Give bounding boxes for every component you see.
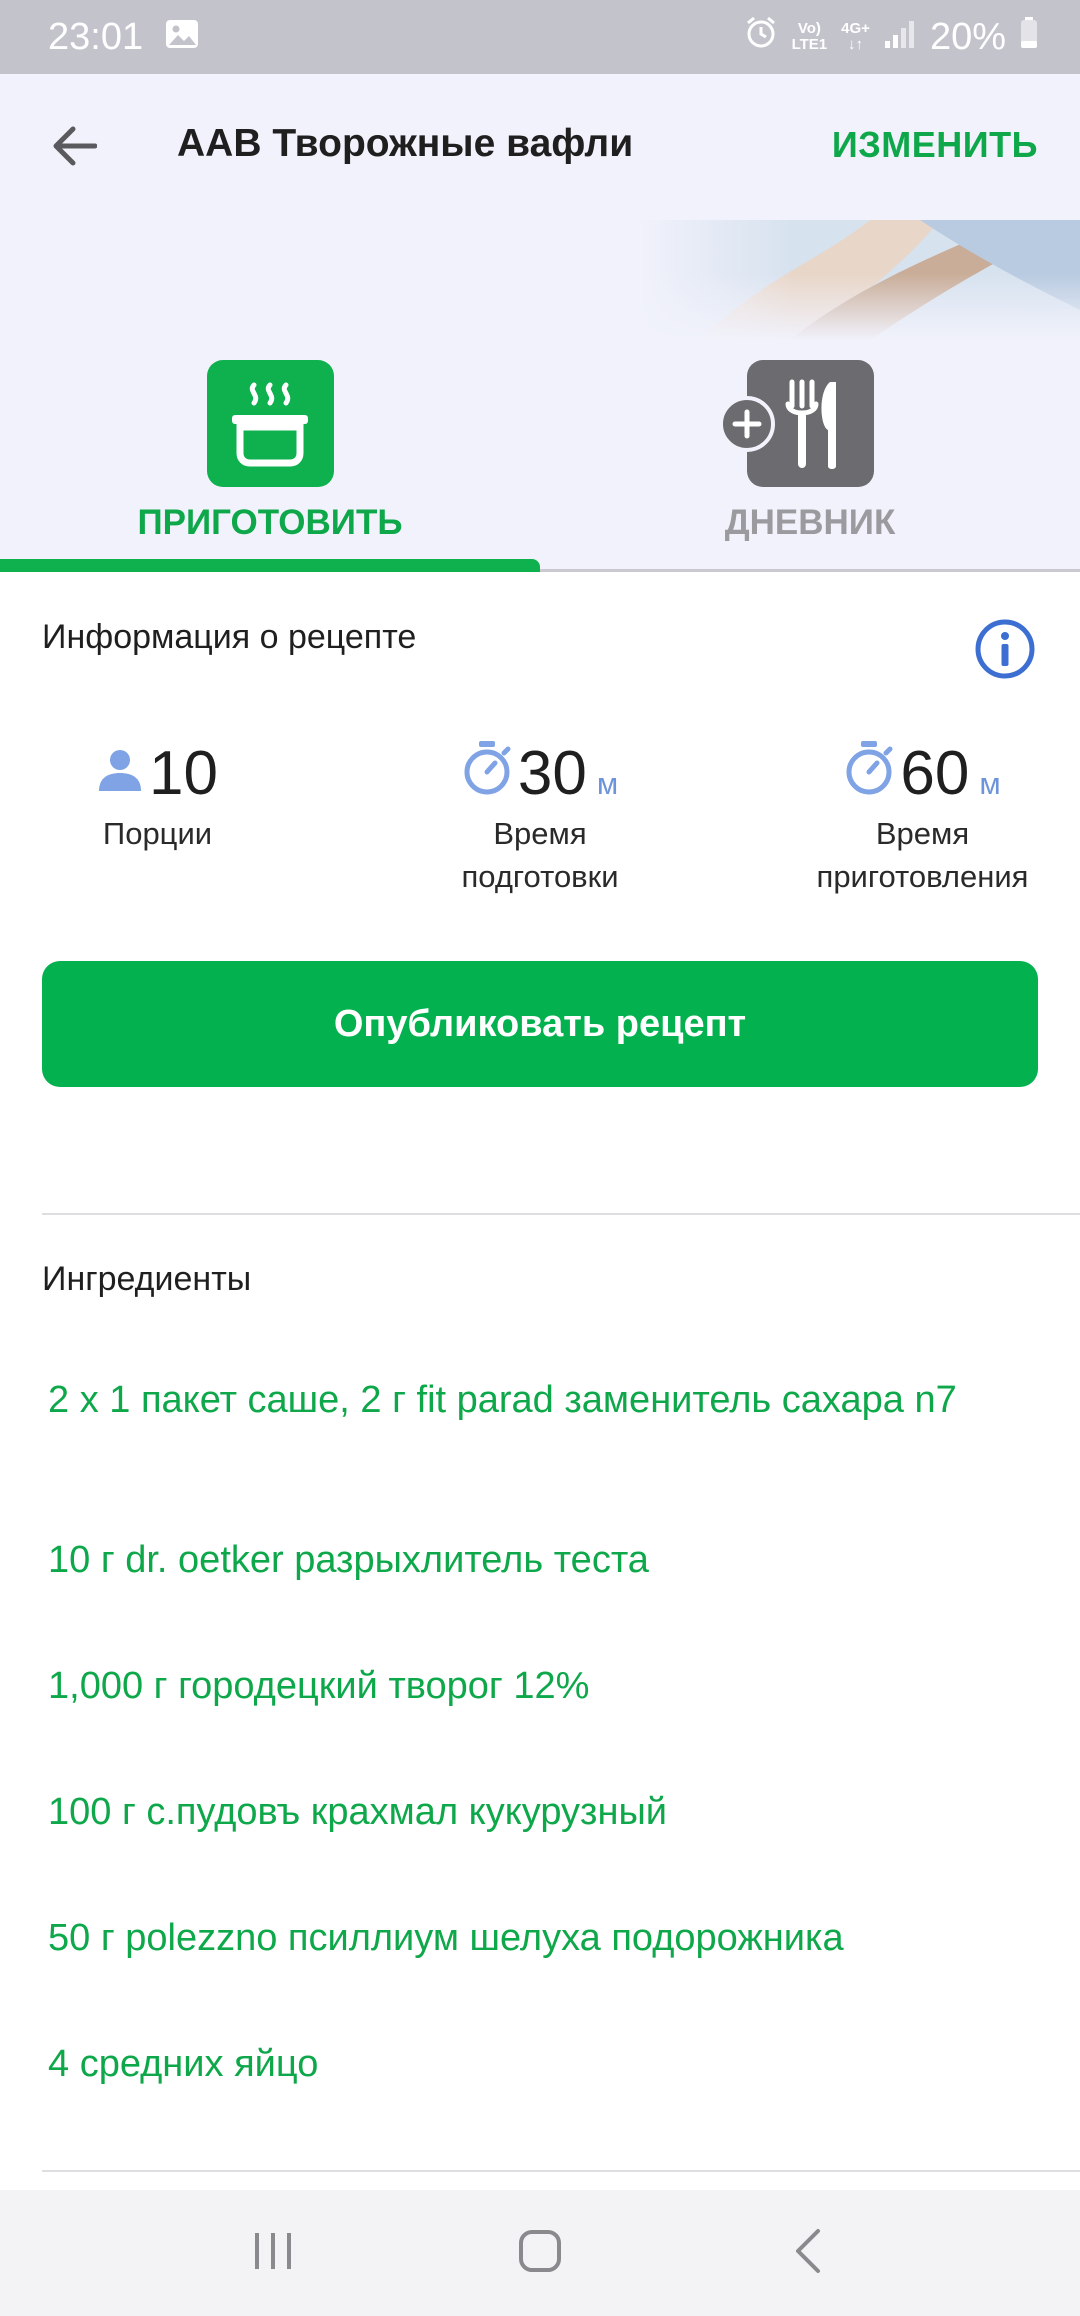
- person-icon: [97, 747, 143, 798]
- ingredient-item[interactable]: 50 г polezzno псиллиум шелуха подорожник…: [48, 1908, 1038, 2034]
- prep-time-label-line1: Время: [493, 816, 587, 851]
- status-left: 23:01: [48, 16, 199, 59]
- stopwatch-icon: [844, 741, 894, 800]
- data-arrows-icon: ↓↑: [848, 36, 864, 53]
- cook-time-label-line2: приготовления: [816, 859, 1029, 894]
- volte-indicator: Vo) LTE1: [792, 21, 828, 53]
- tab-active-indicator: [0, 559, 540, 572]
- status-bar: 23:01 Vo) LTE1 4G+ ↓↑ 20%: [0, 0, 1080, 74]
- recents-button[interactable]: [233, 2213, 313, 2293]
- ingredients-title: Ингредиенты: [42, 1260, 252, 1298]
- ingredient-item[interactable]: 2 x 1 пакет саше, 2 г fit parad замените…: [48, 1370, 1038, 1530]
- servings-value: 10: [149, 739, 218, 808]
- add-cutlery-icon: [718, 360, 874, 487]
- stopwatch-icon: [462, 741, 512, 800]
- tab-diary-label: ДНЕВНИК: [724, 503, 896, 542]
- ingredients-list: 2 x 1 пакет саше, 2 г fit parad замените…: [48, 1370, 1038, 2160]
- edit-button[interactable]: ИЗМЕНИТЬ: [832, 124, 1038, 166]
- tab-cook-label: ПРИГОТОВИТЬ: [137, 503, 403, 542]
- cook-time-row: 60 м: [844, 739, 1001, 808]
- ingredient-item[interactable]: 4 средних яйцо: [48, 2034, 1038, 2160]
- status-time: 23:01: [48, 15, 144, 58]
- prep-time-label-line2: подготовки: [461, 859, 619, 894]
- servings-stat: 10 Порции: [90, 740, 225, 855]
- alarm-icon: [744, 15, 778, 59]
- system-back-button[interactable]: [767, 2213, 847, 2293]
- prep-time-unit: м: [596, 766, 619, 801]
- servings-label: Порции: [102, 816, 213, 851]
- battery-level: 20%: [929, 15, 1006, 58]
- publish-recipe-button[interactable]: Опубликовать рецепт: [42, 961, 1038, 1087]
- prep-time-row: 30 м: [462, 740, 618, 808]
- cooking-pot-icon: [206, 360, 334, 487]
- tab-cook[interactable]: ПРИГОТОВИТЬ: [0, 360, 540, 572]
- prep-time-stat: 30 м Время подготовки: [440, 740, 640, 898]
- cook-time-value: 60: [900, 739, 970, 808]
- arrow-left-icon: [51, 126, 98, 171]
- tab-diary[interactable]: ДНЕВНИК: [540, 360, 1080, 572]
- battery-icon: [1020, 16, 1038, 59]
- cook-time-label-line1: Время: [875, 816, 970, 851]
- recipe-info-title: Информация о рецепте: [42, 618, 417, 656]
- ingredient-item[interactable]: 10 г dr. oetker разрыхлитель теста: [48, 1530, 1038, 1656]
- plus-icon: [718, 396, 775, 452]
- app-header: ААВ Творожные вафли ИЗМЕНИТЬ: [0, 74, 1080, 220]
- info-button[interactable]: [974, 618, 1036, 680]
- ingredient-item[interactable]: 1,000 г городецкий творог 12%: [48, 1656, 1038, 1782]
- home-icon: [518, 2229, 562, 2278]
- system-nav-bar: [0, 2190, 1080, 2316]
- app-screen: 23:01 Vo) LTE1 4G+ ↓↑ 20% ААВ Творожные …: [0, 0, 1080, 2316]
- chevron-left-icon: [792, 2228, 822, 2279]
- status-right: Vo) LTE1 4G+ ↓↑ 20%: [744, 15, 1038, 59]
- servings-row: 10: [97, 740, 218, 808]
- back-button[interactable]: [44, 120, 104, 176]
- image-icon: [165, 16, 199, 59]
- signal-icon: [884, 16, 916, 59]
- recipe-photo: [640, 220, 1080, 340]
- network-4g: 4G+: [841, 20, 870, 37]
- network-type: 4G+ ↓↑: [841, 21, 870, 53]
- volte-top: Vo): [797, 20, 821, 37]
- cook-time-stat: 60 м Время приготовления: [800, 740, 1045, 898]
- section-divider: [42, 1213, 1080, 1215]
- section-divider: [42, 2170, 1080, 2172]
- home-button[interactable]: [500, 2213, 580, 2293]
- recents-icon: [251, 2231, 295, 2276]
- prep-time-value: 30: [517, 739, 587, 808]
- cook-time-label: Время приготовления: [817, 812, 1029, 898]
- recipe-title: ААВ Творожные вафли: [177, 122, 634, 165]
- ingredient-item[interactable]: 100 г с.пудовъ крахмал кукурузный: [48, 1782, 1038, 1908]
- info-icon: [974, 619, 1036, 684]
- cook-time-unit: м: [979, 766, 1001, 801]
- prep-time-label: Время подготовки: [461, 812, 618, 898]
- recipe-hero: ПРИГОТОВИТЬ ДНЕВНИК: [0, 220, 1080, 572]
- volte-bottom: LTE1: [791, 36, 828, 53]
